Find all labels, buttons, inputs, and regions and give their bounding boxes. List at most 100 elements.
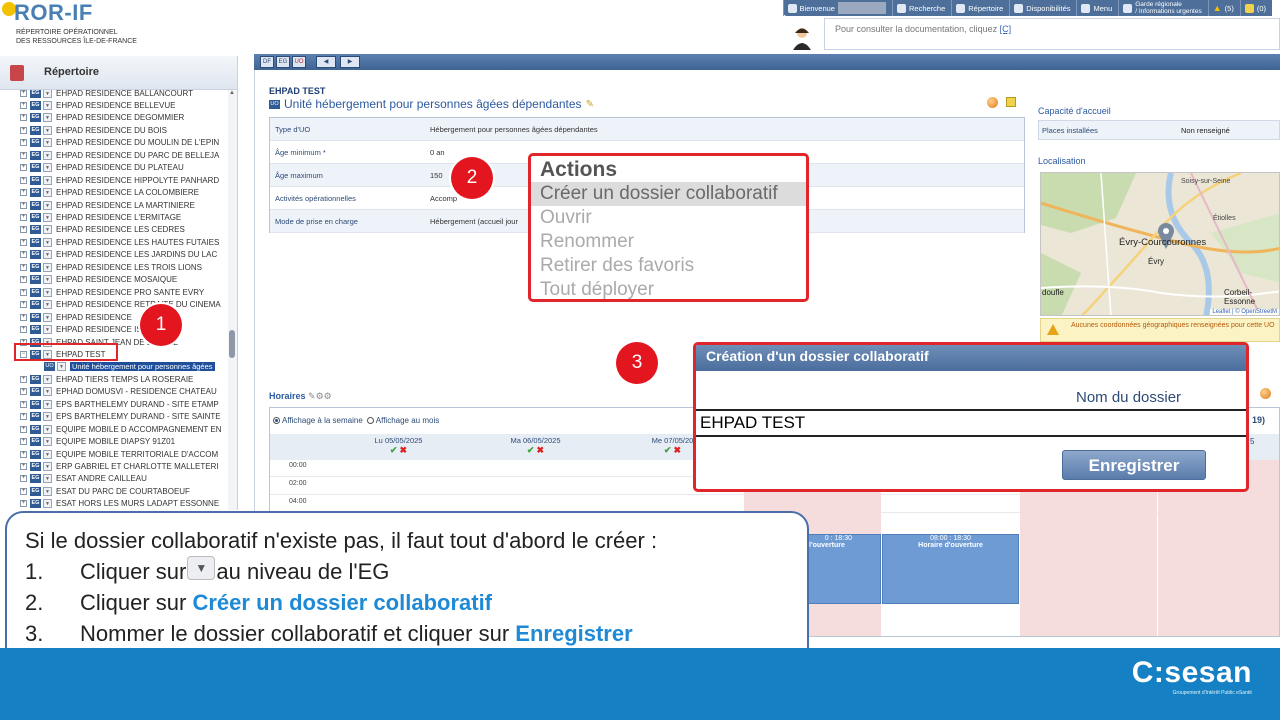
tree-item[interactable]: + EG ▼ EHPAD RESIDENCE DU MOULIN DE L'EPIN	[20, 137, 228, 149]
tree-scrollbar[interactable]: ▲	[228, 90, 237, 510]
tree-item-label[interactable]: EHPAD RESIDENCE RETRAITE DU CINEMA	[56, 300, 221, 309]
expand-icon[interactable]: +	[20, 326, 27, 334]
check-icon[interactable]: ✔	[664, 445, 672, 455]
save-button[interactable]: Enregistrer	[1062, 450, 1206, 480]
expand-icon[interactable]: +	[20, 214, 27, 221]
tree-item[interactable]: + EG ▼ EHPAD TIERS TEMPS LA ROSERAIE	[20, 373, 228, 385]
horaires-edit-icons[interactable]: ✎⚙⚙	[308, 391, 332, 401]
expand-icon[interactable]: +	[20, 413, 27, 421]
tree-item[interactable]: + EG ▼ EHPAD RESIDENCE LES JARDINS DU LAC	[20, 249, 228, 261]
expand-icon[interactable]: +	[20, 288, 27, 296]
tree-item[interactable]: + EG ▼ EHPAD RESIDENCE PRO SANTE EVRY	[20, 286, 228, 298]
check-icon[interactable]: ✔	[390, 445, 398, 455]
tree-item-label[interactable]: EHPAD RESIDENCE	[56, 313, 132, 322]
dropdown-arrow-icon[interactable]: ▼	[43, 287, 52, 297]
export-icon[interactable]	[1006, 97, 1016, 107]
toolbar-df-button[interactable]: DF	[260, 56, 274, 68]
expand-icon[interactable]: +	[20, 313, 27, 321]
tree-item[interactable]: + EG ▼ ERP GABRIEL ET CHARLOTTE MALLETERI	[20, 461, 228, 473]
help-person-icon[interactable]	[790, 26, 814, 50]
tree-item[interactable]: + EG ▼ EHPAD RESIDENCE DU PARC DE BELLEJA	[20, 149, 228, 161]
cross-icon[interactable]: ✖	[537, 445, 545, 455]
tree-item[interactable]: + EG ▼ EHPAD RESIDENCE RETRAITE DU CINEMA	[20, 299, 228, 311]
expand-icon[interactable]: +	[20, 388, 27, 396]
dropdown-arrow-icon[interactable]: ▼	[57, 362, 66, 372]
tree-item-label[interactable]: EHPAD RESIDENCE DU MOULIN DE L'EPIN	[56, 138, 219, 147]
dropdown-arrow-icon[interactable]: ▼	[43, 125, 52, 135]
horaires-chat-icon[interactable]	[1260, 388, 1271, 399]
tree-item-label[interactable]: ESAT HORS LES MURS LADAPT ESSONNE	[56, 499, 219, 508]
dropdown-arrow-icon[interactable]: ▼	[43, 312, 52, 322]
expand-icon[interactable]: +	[20, 226, 27, 234]
back-arrow-icon[interactable]: ◀	[316, 56, 336, 68]
menu-item-open[interactable]: Ouvrir	[540, 206, 797, 230]
radio-week[interactable]: Affichage à la semaine	[273, 416, 363, 425]
documentation-link[interactable]: [C]	[1000, 24, 1012, 34]
expand-icon[interactable]: +	[20, 201, 27, 209]
tree-item-label[interactable]: EHPAD RESIDENCE LES HAUTES FUTAIES	[56, 238, 219, 247]
tree-item-label[interactable]: EPHAD DOMUSVI - RESIDENCE CHATEAU	[56, 387, 217, 396]
tree-item[interactable]: + EG ▼ EQUIPE MOBILE DIAPSY 91Z01	[20, 436, 228, 448]
tree-item-label[interactable]: EHPAD RESIDENCE LA COLOMBIERE	[56, 188, 199, 197]
tree-item-label[interactable]: EHPAD RESIDENCE MOSAIQUE	[56, 275, 177, 284]
dropdown-arrow-icon[interactable]: ▼	[43, 213, 52, 222]
tree-item[interactable]: + EG ▼ EHPAD RESIDENCE BELLEVUE	[20, 99, 228, 111]
expand-icon[interactable]: +	[20, 438, 27, 446]
nav-bienvenue[interactable]: Bienvenue	[782, 0, 892, 16]
tree-item-label[interactable]: ESAT ANDRE CAILLEAU	[56, 474, 147, 483]
nav-disponibilites[interactable]: Disponibilités	[1009, 0, 1076, 16]
tree-item[interactable]: + EG ▼ ESAT ANDRE CAILLEAU	[20, 473, 228, 485]
nav-recherche[interactable]: Recherche	[891, 0, 951, 16]
tree-item[interactable]: + EG ▼ EQUIPE MOBILE D ACCOMPAGNEMENT EN	[20, 423, 228, 435]
tree-item[interactable]: + EG ▼ EHPAD RESIDENCE IS	[20, 324, 228, 336]
tree-item-label[interactable]: EHPAD RESIDENCE LES CEDRES	[56, 225, 185, 234]
tree-item[interactable]: + EG ▼ EHPAD RESIDENCE DU BOIS	[20, 124, 228, 136]
tree-item-label[interactable]: EHPAD RESIDENCE DU PLATEAU	[56, 163, 184, 172]
tree-item[interactable]: + EG ▼ EHPAD RESIDENCE LA MARTINIERE	[20, 199, 228, 211]
location-map[interactable]: Soisy-sur-Seine Étiolles Évry-Courcouron…	[1040, 172, 1280, 316]
expand-icon[interactable]: +	[20, 238, 27, 246]
dropdown-arrow-icon[interactable]: ▼	[43, 225, 52, 235]
expand-icon[interactable]: +	[20, 189, 27, 197]
tree-scroll-thumb[interactable]	[229, 330, 235, 358]
tree-item[interactable]: + EG ▼ ESAT HORS LES MURS LADAPT ESSONNE	[20, 498, 228, 510]
dropdown-arrow-icon[interactable]: ▼	[43, 300, 52, 310]
expand-icon[interactable]: +	[20, 139, 27, 147]
expand-icon[interactable]: +	[20, 90, 27, 97]
tree-item-label[interactable]: EHPAD RESIDENCE BELLEVUE	[56, 101, 175, 110]
tree-item[interactable]: + EG ▼ EHPAD RESIDENCE	[20, 311, 228, 323]
tree-item[interactable]: + EG ▼ EQUIPE MOBILE TERRITORIALE D'ACCOM	[20, 448, 228, 460]
nav-garde-regionale[interactable]: Garde régionale / Informations urgentes	[1118, 0, 1207, 16]
menu-item-remove-favorites[interactable]: Retirer des favoris	[540, 254, 797, 278]
expand-icon[interactable]: +	[20, 463, 27, 470]
chat-icon[interactable]	[987, 97, 998, 108]
dropdown-arrow-icon[interactable]: ▼	[43, 412, 52, 422]
tree-item-label[interactable]: EPS BARTHELEMY DURAND - SITE SAINTE	[56, 412, 221, 421]
tree-item-label[interactable]: EHPAD RESIDENCE HIPPOLYTE PANHARD	[56, 176, 219, 185]
dropdown-arrow-icon[interactable]: ▼	[43, 449, 52, 459]
expand-icon[interactable]: +	[20, 126, 27, 134]
dropdown-arrow-icon[interactable]: ▼	[43, 175, 52, 185]
tree-item-label[interactable]: EHPAD RESIDENCE LES TROIS LIONS	[56, 263, 202, 272]
tree-item-label[interactable]: ESAT DU PARC DE COURTABOEUF	[56, 487, 190, 496]
toolbar-uo-button[interactable]: UO	[292, 56, 306, 68]
tree-item[interactable]: + EG ▼ EHPAD RESIDENCE MOSAIQUE	[20, 274, 228, 286]
radio-month[interactable]: Affichage au mois	[366, 416, 439, 425]
tree-item-label[interactable]: EHPAD TIERS TEMPS LA ROSERAIE	[56, 375, 193, 384]
menu-item-expand-all[interactable]: Tout déployer	[540, 278, 797, 302]
nav-repertoire[interactable]: Répertoire	[951, 0, 1009, 16]
dropdown-arrow-icon[interactable]: ▼	[43, 200, 52, 210]
dropdown-arrow-icon[interactable]: ▼	[43, 90, 52, 98]
cross-icon[interactable]: ✖	[674, 445, 682, 455]
folder-name-input[interactable]: EHPAD TEST	[696, 409, 1246, 437]
tree-child-uo[interactable]: UO ▼ Unité hébergement pour personnes âgée…	[44, 361, 215, 372]
menu-item-rename[interactable]: Renommer	[540, 230, 797, 254]
tree-item[interactable]: + EG ▼ EHPAD RESIDENCE LES HAUTES FUTAIES	[20, 236, 228, 248]
dropdown-arrow-icon[interactable]: ▼	[43, 424, 52, 434]
dropdown-arrow-icon[interactable]: ▼	[43, 325, 52, 335]
dropdown-arrow-icon[interactable]: ▼	[43, 138, 52, 148]
expand-icon[interactable]: +	[20, 101, 27, 109]
dropdown-arrow-icon[interactable]: ▼	[43, 399, 52, 409]
expand-icon[interactable]: +	[20, 450, 27, 458]
tree-item[interactable]: + EG ▼ EHPAD RESIDENCE HIPPOLYTE PANHARD	[20, 174, 228, 186]
